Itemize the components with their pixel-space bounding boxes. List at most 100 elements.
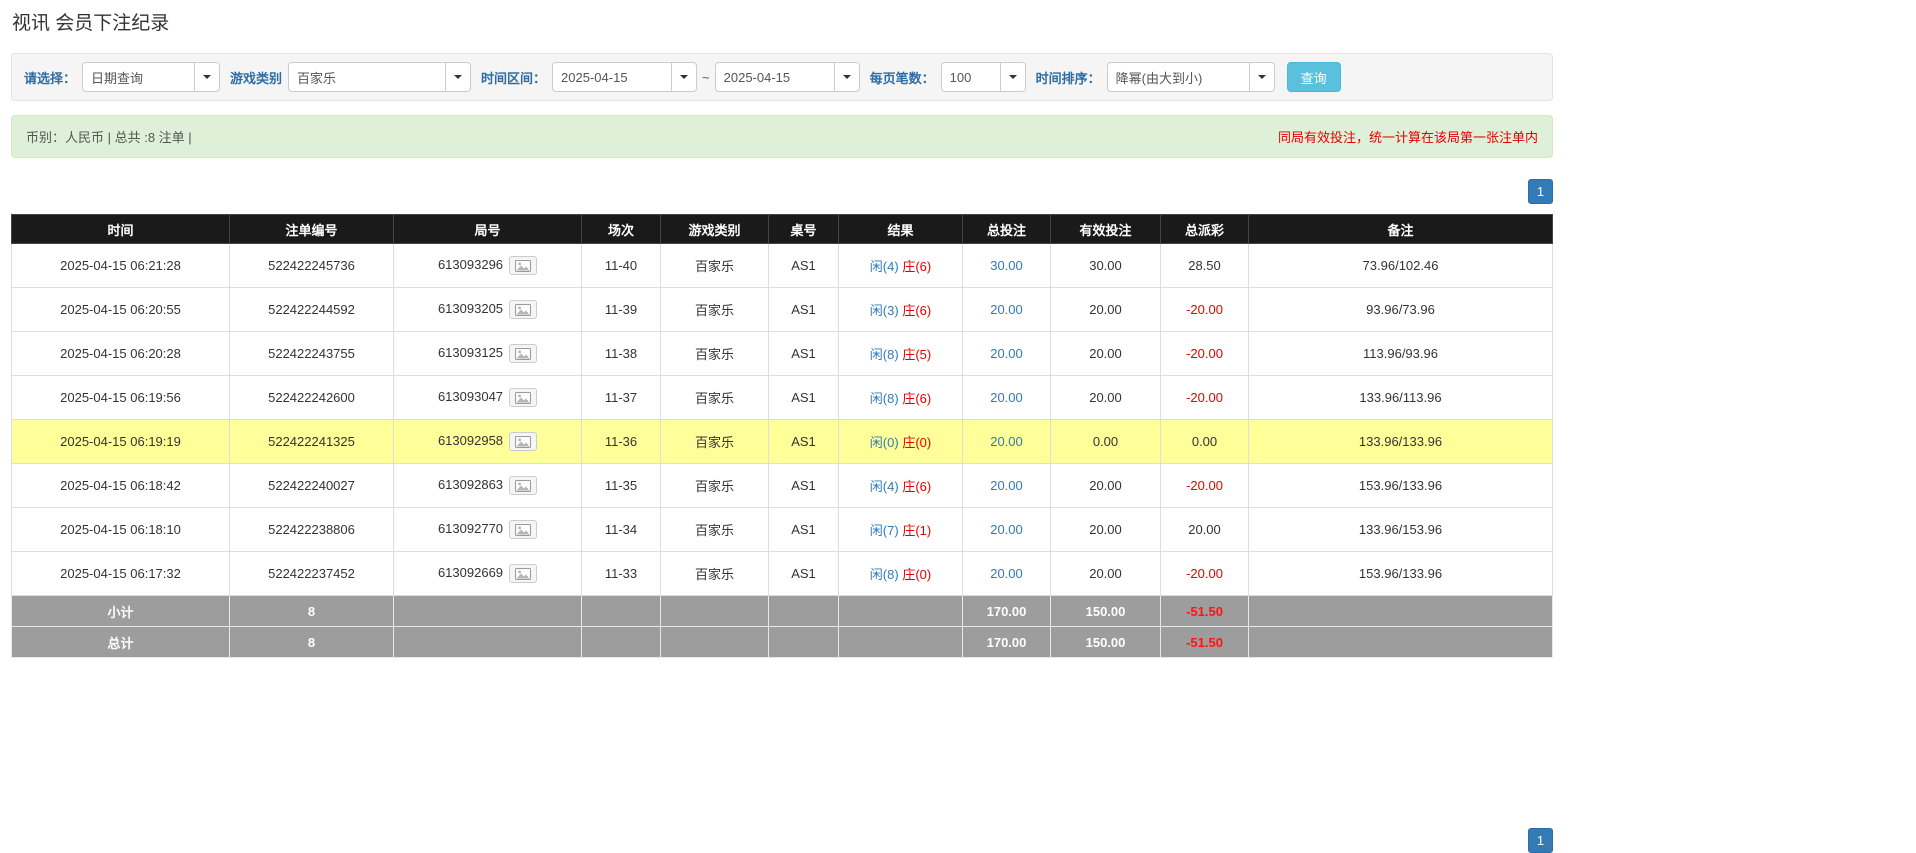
search-button[interactable]: 查询 — [1287, 62, 1341, 92]
result-banker: 庄(6) — [902, 259, 931, 274]
page-size-combo — [941, 62, 1026, 92]
page-button-1[interactable]: 1 — [1528, 179, 1553, 204]
cell-session: 11-36 — [582, 420, 661, 464]
date-from-dropdown-button[interactable] — [672, 62, 697, 92]
table-row: 2025-04-15 06:19:19522422241325613092958… — [12, 420, 1553, 464]
date-from-input[interactable] — [552, 62, 672, 92]
column-header: 备注 — [1249, 215, 1553, 244]
cell-table-no — [769, 596, 839, 627]
cell-game-type: 百家乐 — [661, 332, 769, 376]
sort-input[interactable] — [1107, 62, 1250, 92]
round-replay-button[interactable] — [509, 388, 537, 407]
cell-total-bet: 20.00 — [963, 376, 1051, 420]
table-row: 2025-04-15 06:21:28522422245736 613093296… — [12, 244, 1553, 288]
sort-dropdown-button[interactable] — [1250, 62, 1275, 92]
page-size-label: 每页笔数： — [870, 68, 935, 87]
query-type-dropdown-button[interactable] — [195, 62, 220, 92]
round-replay-button[interactable] — [509, 476, 537, 495]
cell-session: 11-35 — [582, 464, 661, 508]
cell-total-bet: 170.00 — [963, 627, 1051, 658]
round-id-text: 613092770 — [438, 521, 503, 536]
query-type-input[interactable] — [82, 62, 195, 92]
cell-time: 2025-04-15 06:20:28 — [12, 332, 230, 376]
total-bet-link[interactable]: 20.00 — [990, 434, 1023, 449]
cell-time: 2025-04-15 06:21:28 — [12, 244, 230, 288]
cell-result: 闲(8) 庄(5) — [839, 332, 963, 376]
cell-remark: 113.96/93.96 — [1249, 332, 1553, 376]
column-header: 游戏类别 — [661, 215, 769, 244]
round-replay-button[interactable] — [509, 344, 537, 363]
cell-table-no: AS1 — [769, 508, 839, 552]
cell-valid-bet: 20.00 — [1051, 464, 1161, 508]
chevron-down-icon — [1258, 75, 1266, 79]
cell-result: 闲(4) 庄(6) — [839, 244, 963, 288]
column-header: 有效投注 — [1051, 215, 1161, 244]
page-size-dropdown-button[interactable] — [1001, 62, 1026, 92]
total-bet-link[interactable]: 20.00 — [990, 346, 1023, 361]
query-type-combo — [82, 62, 220, 92]
table-row: 2025-04-15 06:17:32522422237452613092669… — [12, 552, 1553, 596]
column-header: 局号 — [394, 215, 582, 244]
result-player: 闲(0) — [870, 435, 899, 450]
cell-remark: 93.96/73.96 — [1249, 288, 1553, 332]
page-button-1-bottom[interactable]: 1 — [1528, 828, 1553, 853]
total-bet-link[interactable]: 20.00 — [990, 302, 1023, 317]
game-type-dropdown-button[interactable] — [446, 62, 471, 92]
cell-round-id: 613092863 — [394, 464, 582, 508]
cell-valid-bet: 20.00 — [1051, 376, 1161, 420]
cell-session: 11-37 — [582, 376, 661, 420]
table-header-row: 时间注单编号局号场次游戏类别桌号结果总投注有效投注总派彩备注 — [12, 215, 1553, 244]
cell-session — [582, 596, 661, 627]
cell-result — [839, 596, 963, 627]
cell-game-type — [661, 627, 769, 658]
cell-game-type: 百家乐 — [661, 464, 769, 508]
cell-valid-bet: 0.00 — [1051, 420, 1161, 464]
cell-payout: 28.50 — [1161, 244, 1249, 288]
cell-result: 闲(8) 庄(0) — [839, 552, 963, 596]
cell-table-no: AS1 — [769, 420, 839, 464]
cell-valid-bet: 30.00 — [1051, 244, 1161, 288]
replay-icon — [515, 480, 531, 495]
betting-records-page: 视讯 会员下注纪录 请选择： 游戏类别 时间区间： ~ 每页笔数： 时间排序： — [11, 8, 1553, 853]
cell-time: 2025-04-15 06:19:19 — [12, 420, 230, 464]
date-to-input[interactable] — [715, 62, 835, 92]
cell-bet-id: 522422240027 — [230, 464, 394, 508]
cell-round-id: 613093047 — [394, 376, 582, 420]
game-type-input[interactable] — [288, 62, 446, 92]
total-bet-link[interactable]: 20.00 — [990, 566, 1023, 581]
result-banker: 庄(0) — [902, 435, 931, 450]
result-player: 闲(8) — [870, 347, 899, 362]
cell-valid-bet: 20.00 — [1051, 508, 1161, 552]
round-id-text: 613093296 — [438, 257, 503, 272]
cell-round-id — [394, 627, 582, 658]
date-from-combo — [552, 62, 697, 92]
total-bet-link[interactable]: 30.00 — [990, 258, 1023, 273]
cell-bet-id: 522422245736 — [230, 244, 394, 288]
column-header: 结果 — [839, 215, 963, 244]
cell-remark: 133.96/133.96 — [1249, 420, 1553, 464]
replay-icon — [515, 304, 531, 319]
cell-round-id: 613093205 — [394, 288, 582, 332]
round-replay-button[interactable] — [509, 520, 537, 539]
round-replay-button[interactable] — [509, 300, 537, 319]
cell-bet-id: 522422238806 — [230, 508, 394, 552]
round-replay-button[interactable] — [509, 432, 537, 451]
cell-remark: 133.96/113.96 — [1249, 376, 1553, 420]
table-row: 2025-04-15 06:20:55522422244592613093205… — [12, 288, 1553, 332]
round-replay-button[interactable] — [509, 564, 537, 583]
date-to-dropdown-button[interactable] — [835, 62, 860, 92]
cell-time: 2025-04-15 06:20:55 — [12, 288, 230, 332]
cell-result: 闲(4) 庄(6) — [839, 464, 963, 508]
chevron-down-icon — [454, 75, 462, 79]
replay-icon — [515, 568, 531, 583]
cell-time: 2025-04-15 06:18:42 — [12, 464, 230, 508]
total-bet-link[interactable]: 20.00 — [990, 522, 1023, 537]
cell-count: 8 — [230, 627, 394, 658]
round-id-text: 613093047 — [438, 389, 503, 404]
page-size-input[interactable] — [941, 62, 1001, 92]
round-replay-button[interactable] — [509, 256, 537, 275]
total-bet-link[interactable]: 20.00 — [990, 390, 1023, 405]
total-bet-link[interactable]: 20.00 — [990, 478, 1023, 493]
cell-game-type: 百家乐 — [661, 244, 769, 288]
cell-table-no: AS1 — [769, 244, 839, 288]
